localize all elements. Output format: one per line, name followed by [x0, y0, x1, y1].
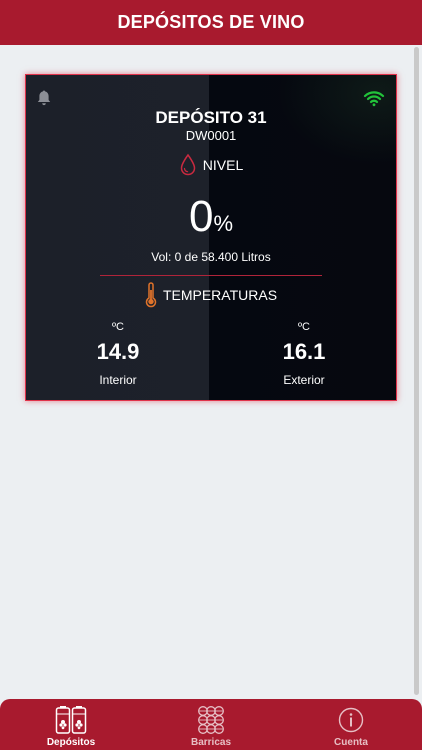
scrollbar[interactable] — [414, 47, 419, 695]
interior-unit: ºC — [112, 321, 124, 333]
thermometer-icon — [145, 282, 157, 308]
tab-label: Barricas — [190, 737, 232, 748]
tab-depositos[interactable]: Depósitos — [26, 699, 116, 750]
drop-icon — [180, 153, 196, 176]
exterior-unit: ºC — [298, 321, 310, 333]
wifi-icon — [363, 91, 385, 107]
divider — [100, 275, 322, 276]
app-header: DEPÓSITOS DE VINO — [0, 0, 422, 45]
volume-text: Vol: 0 de 58.400 Litros — [151, 250, 271, 264]
tank-name: DEPÓSITO 31 — [155, 108, 267, 127]
tab-cuenta[interactable]: Cuenta — [306, 699, 396, 750]
temperature-label: TEMPERATURAS — [162, 287, 278, 303]
interior-temperature: ºC 14.9 Interior — [68, 321, 168, 387]
tank-card[interactable]: DEPÓSITO 31 DW0001 NIVEL 0% Vol: 0 de 58… — [25, 74, 397, 401]
tab-barricas[interactable]: Barricas — [166, 699, 256, 750]
exterior-label: Exterior — [283, 373, 325, 387]
level-unit: % — [213, 211, 234, 236]
bell-icon[interactable] — [36, 89, 52, 107]
barrels-icon — [198, 706, 224, 734]
tank-code: DW0001 — [185, 128, 237, 143]
tanks-icon — [55, 706, 87, 734]
tab-label: Cuenta — [334, 737, 368, 748]
page-title: DEPÓSITOS DE VINO — [117, 12, 305, 32]
interior-value: 14.9 — [96, 339, 140, 364]
tab-label: Depósitos — [46, 737, 96, 748]
interior-label: Interior — [99, 373, 137, 387]
level-number: 0 — [188, 192, 214, 241]
bottom-tab-bar: Depósitos Barricas Cuenta — [0, 699, 422, 750]
exterior-temperature: ºC 16.1 Exterior — [254, 321, 354, 387]
level-label: NIVEL — [202, 157, 244, 173]
level-value: 0% — [26, 192, 396, 242]
temperature-heading: TEMPERATURAS — [26, 282, 396, 308]
exterior-value: 16.1 — [282, 339, 326, 364]
level-heading: NIVEL — [26, 152, 396, 178]
info-icon — [338, 707, 364, 733]
